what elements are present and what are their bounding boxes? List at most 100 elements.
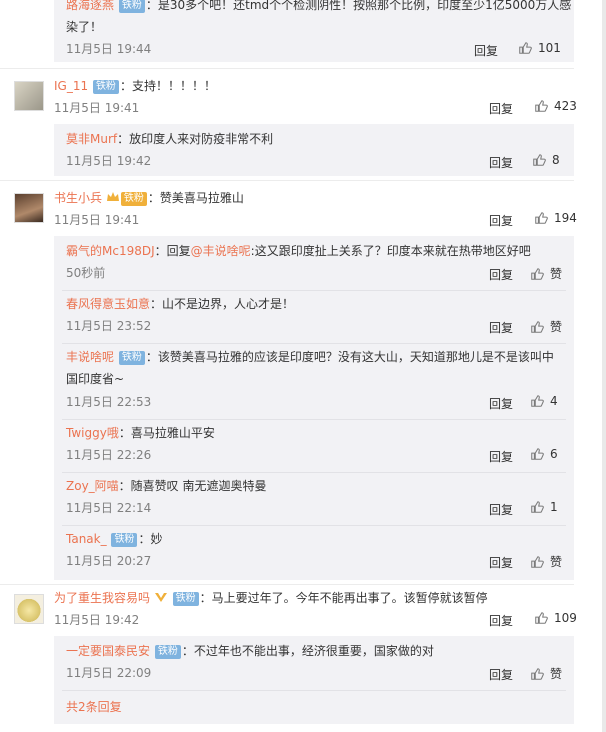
reply-button[interactable]: 回复 (489, 448, 513, 465)
thumbs-up-icon (531, 267, 544, 280)
reply-body: ：妙 (138, 532, 163, 546)
reply-text: 一定要国泰民安 铁粉 ：不过年也不能出事，经济很重要，国家做的对 (66, 642, 434, 660)
username-link[interactable]: 一定要国泰民安 (66, 644, 150, 658)
like-button[interactable]: 赞 (530, 665, 562, 682)
like-count: 8 (552, 153, 560, 167)
like-button[interactable]: 4 (530, 394, 558, 408)
username-link[interactable]: Zoy_阿喵 (66, 479, 119, 493)
comment-body: ：马上要过年了。今年不能再出事了。该暂停就该暂停 (199, 591, 488, 605)
like-count: 101 (538, 41, 561, 55)
comment-text: 书生小兵 铁粉 ：赞美喜马拉雅山 (54, 189, 244, 207)
reply-body: ：山不是边界，人心才是！ (150, 297, 295, 311)
reply-text: 霸气的Mc198DJ：回复@丰说啥呢:这又跟印度扯上关系了？印度本来就在热带地区… (66, 242, 531, 260)
username-link[interactable]: 霸气的Mc198DJ (66, 244, 155, 258)
view-more-replies-link[interactable]: 共2条回复 (66, 698, 122, 715)
timestamp: 11月5日 19:42 (66, 154, 152, 168)
like-count: 赞 (550, 320, 563, 334)
fan-badge: 铁粉 (172, 592, 199, 606)
like-button[interactable]: 101 (518, 41, 561, 55)
timestamp: 11月5日 19:42 (54, 613, 140, 627)
divider (62, 343, 566, 344)
reply-body: ：不过年也不能出事，经济很重要，国家做的对 (181, 644, 434, 658)
reply-button[interactable]: 回复 (474, 42, 498, 59)
timestamp: 11月5日 20:27 (66, 554, 152, 568)
reply-body: ：喜马拉雅山平安 (118, 426, 215, 440)
thumbs-up-icon (533, 154, 546, 166)
comment-text: IG_11 铁粉 ：支持！！！！！ (54, 77, 216, 95)
reply-body: ：放印度人来对防疫非常不利 (117, 132, 274, 146)
timestamp: 11月5日 22:53 (66, 395, 152, 409)
username-link[interactable]: 为了重生我容易吗 (54, 591, 150, 605)
reply-button[interactable]: 回复 (489, 154, 513, 171)
reply-button[interactable]: 回复 (489, 266, 513, 283)
thumbs-up-icon (535, 212, 548, 224)
thumbs-up-icon (535, 612, 548, 624)
reply-block: 莫非Murf：放印度人来对防疫非常不利 11月5日 19:42 回复 8 (54, 124, 574, 176)
thumbs-up-icon (535, 100, 548, 112)
like-button[interactable]: 423 (534, 99, 577, 113)
thumbs-up-icon (531, 555, 544, 568)
thumbs-up-icon (531, 667, 544, 680)
timestamp: 11月5日 22:14 (66, 501, 152, 515)
reply-text: Tanak_ 铁粉 ：妙 (66, 530, 162, 548)
divider (0, 68, 574, 69)
like-count: 赞 (550, 667, 563, 681)
thumbs-up-icon (531, 448, 544, 460)
timestamp: 11月5日 19:44 (66, 42, 152, 56)
reply-button[interactable]: 回复 (489, 666, 513, 683)
reply-text: 路海逐燕 铁粉 ：是30多个吧！还tmd个个检测阴性！按照那个比例，印度至少1亿5… (66, 0, 571, 14)
like-count: 423 (554, 99, 577, 113)
comment-text: ：是30多个吧！还tmd个个检测阴性！按照那个比例，印度至少1亿5000万人感 (145, 0, 572, 12)
like-button[interactable]: 6 (530, 447, 558, 461)
like-count: 6 (550, 447, 558, 461)
reply-button[interactable]: 回复 (489, 100, 513, 117)
like-button[interactable]: 109 (534, 611, 577, 625)
reply-button[interactable]: 回复 (489, 554, 513, 571)
divider (62, 472, 566, 473)
like-count: 赞 (550, 267, 563, 281)
divider (0, 584, 574, 585)
like-count: 赞 (550, 555, 563, 569)
username-link[interactable]: 丰说啥呢 (66, 350, 114, 364)
like-button[interactable]: 赞 (530, 318, 562, 335)
reply-body: ：回复 (154, 244, 191, 258)
comment-list: 路海逐燕 铁粉 ：是30多个吧！还tmd个个检测阴性！按照那个比例，印度至少1亿5… (0, 0, 590, 732)
username-link[interactable]: 路海逐燕 (66, 0, 114, 12)
reply-text: 丰说啥呢 铁粉 ：该赞美喜马拉雅的应该是印度吧？没有这大山，天知道那地儿是不是该叫… (66, 348, 554, 366)
comment-body: ：支持！！！！！ (119, 79, 216, 93)
username-link[interactable]: 春风得意玉如意 (66, 297, 150, 311)
thumbs-up-icon (531, 320, 544, 333)
avatar[interactable] (14, 193, 44, 223)
username-link[interactable]: Tanak_ (66, 532, 107, 546)
divider (62, 290, 566, 291)
mention-link[interactable]: @丰说啥呢 (191, 244, 251, 258)
reply-button[interactable]: 回复 (489, 212, 513, 229)
like-button[interactable]: 194 (534, 211, 577, 225)
reply-text: 莫非Murf：放印度人来对防疫非常不利 (66, 130, 273, 148)
like-button[interactable]: 8 (532, 153, 560, 167)
avatar[interactable] (14, 594, 44, 624)
scrollbar-track[interactable] (602, 0, 606, 732)
reply-button[interactable]: 回复 (489, 319, 513, 336)
username-link[interactable]: IG_11 (54, 79, 88, 93)
thumbs-up-icon (531, 501, 544, 513)
username-link[interactable]: Twiggy哦 (66, 426, 119, 440)
timestamp: 11月5日 22:09 (66, 666, 152, 680)
reply-button[interactable]: 回复 (489, 612, 513, 629)
timestamp: 11月5日 23:52 (66, 319, 152, 333)
like-button[interactable]: 赞 (530, 265, 562, 282)
thumbs-up-icon (519, 42, 532, 54)
reply-button[interactable]: 回复 (489, 501, 513, 518)
verified-v-icon (154, 593, 167, 602)
like-button[interactable]: 赞 (530, 553, 562, 570)
reply-button[interactable]: 回复 (489, 395, 513, 412)
divider (0, 180, 574, 181)
like-button[interactable]: 1 (530, 500, 558, 514)
username-link[interactable]: 书生小兵 (54, 191, 102, 205)
username-link[interactable]: 莫非Murf (66, 132, 117, 146)
reply-block: 霸气的Mc198DJ：回复@丰说啥呢:这又跟印度扯上关系了？印度本来就在热带地区… (54, 236, 574, 580)
like-count: 4 (550, 394, 558, 408)
timestamp: 11月5日 19:41 (54, 101, 140, 115)
avatar[interactable] (14, 81, 44, 111)
fan-badge: 铁粉 (118, 351, 145, 365)
